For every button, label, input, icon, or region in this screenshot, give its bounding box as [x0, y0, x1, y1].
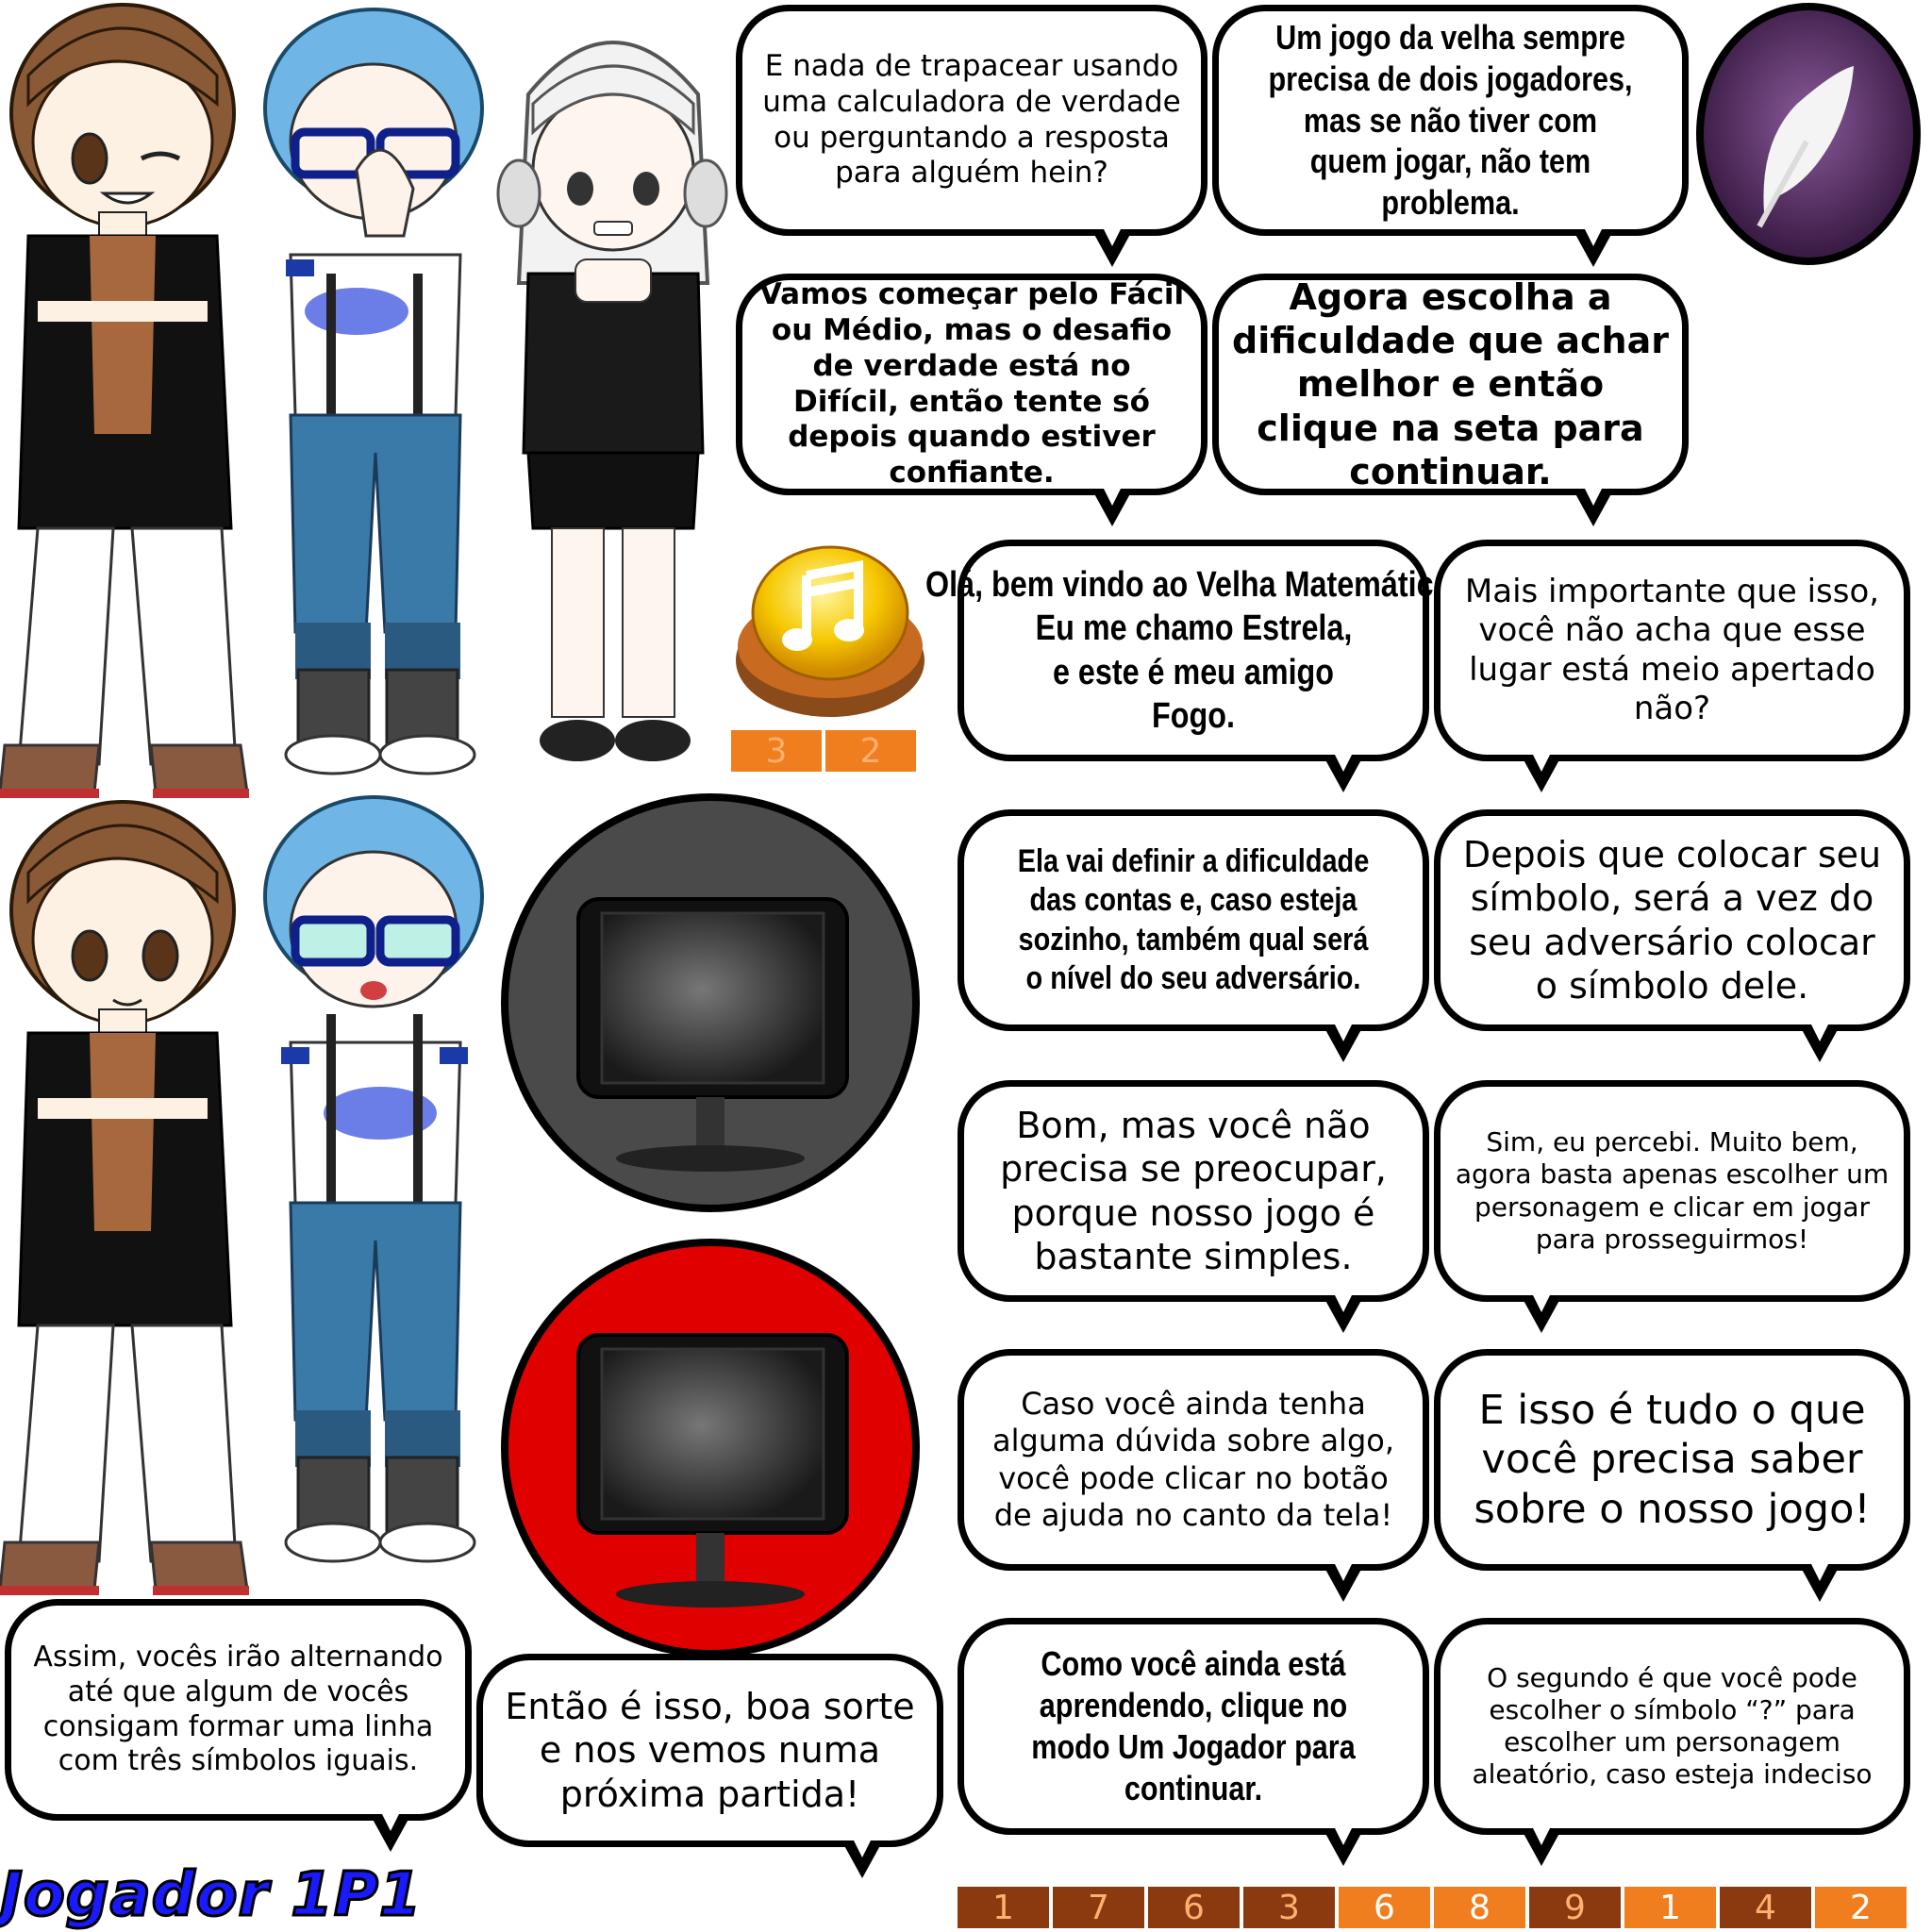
- bubble-text: Caso você ainda tenha alguma dúvida sobr…: [992, 1386, 1394, 1533]
- speech-bubble: Agora escolha a dificuldade que achar me…: [1212, 274, 1689, 526]
- music-button[interactable]: [731, 538, 929, 726]
- bubble-text: Ela vai definir a dificuldade das contas…: [1017, 842, 1370, 996]
- music-digit-cell: 3: [731, 730, 822, 772]
- character-blue-hair-boy-glasses: [253, 0, 498, 783]
- feather-button[interactable]: [1693, 0, 1924, 269]
- computer-opponent-button-red[interactable]: [498, 1236, 923, 1660]
- bubble-text: e este é meu amigo Fogo.: [1052, 652, 1335, 736]
- bubble-text: Bom, mas você não precisa se preocupar, …: [1000, 1104, 1387, 1277]
- character-blue-hair-boy-crying: [253, 788, 498, 1571]
- speech-bubble: Mais importante que isso, você não acha …: [1434, 540, 1910, 792]
- speech-bubble: Ela vai definir a dificuldade das contas…: [958, 809, 1429, 1062]
- bubble-text: Assim, vocês irão alternando até que alg…: [33, 1641, 443, 1778]
- speech-bubble: Depois que colocar seu símbolo, será a v…: [1434, 809, 1910, 1062]
- speech-bubble: Bom, mas você não precisa se preocupar, …: [958, 1080, 1429, 1333]
- bubble-text: O segundo é que você pode escolher o sím…: [1472, 1661, 1873, 1790]
- score-digit-cell: 1: [1624, 1887, 1716, 1928]
- monitor-icon: [501, 793, 920, 1212]
- speech-bubble: Um jogo da velha sempre precisa de dois …: [1212, 5, 1689, 267]
- white-hair-girl-art: [496, 41, 728, 761]
- character-brown-hair-boy-winking: [0, 0, 255, 811]
- bubble-text: Olá, bem vindo ao Velha Matemática!: [925, 564, 1461, 605]
- player-label: Jogador 1P1: [0, 1859, 423, 1932]
- score-digit-cell: 9: [1529, 1887, 1621, 1928]
- speech-bubble: E isso é tudo o que você precisa saber s…: [1434, 1349, 1910, 1602]
- speech-bubble: Olá, bem vindo ao Velha Matemática! Eu m…: [925, 540, 1461, 792]
- bubble-text: Como você ainda está aprendendo, clique …: [1031, 1644, 1356, 1807]
- score-digit-cell: 6: [1339, 1887, 1430, 1928]
- bubble-text: Vamos começar pelo Fácil ou Médio, mas o…: [758, 277, 1185, 491]
- bubble-text: Mais importante que isso, você não acha …: [1464, 572, 1880, 727]
- music-note-icon: [736, 545, 924, 717]
- bubble-text: Então é isso, boa sorte e nos vemos numa…: [505, 1685, 915, 1815]
- speech-bubble: Assim, vocês irão alternando até que alg…: [5, 1599, 472, 1852]
- speech-bubble: E nada de trapacear usando uma calculado…: [736, 5, 1208, 267]
- character-white-hair-girl-headphones: [491, 0, 736, 783]
- brown-hair-boy-art: [0, 3, 249, 798]
- bubble-text: Depois que colocar seu símbolo, será a v…: [1462, 833, 1882, 1007]
- speech-bubble: Vamos começar pelo Fácil ou Médio, mas o…: [736, 274, 1208, 526]
- speech-bubble: Sim, eu percebi. Muito bem, agora basta …: [1434, 1080, 1910, 1333]
- bubble-text: Um jogo da velha sempre precisa de dois …: [1268, 17, 1633, 223]
- score-digit-cell: 6: [1148, 1887, 1240, 1928]
- character-brown-hair-boy-smiling: [0, 797, 255, 1608]
- speech-bubble: Então é isso, boa sorte e nos vemos numa…: [476, 1654, 943, 1878]
- score-digit-cell: 1: [958, 1887, 1049, 1928]
- score-digit-cell: 3: [1243, 1887, 1335, 1928]
- brown-hair-boy-2-art: [0, 800, 249, 1595]
- speech-bubble: O segundo é que você pode escolher o sím…: [1434, 1618, 1910, 1866]
- blue-hair-boy-art: [263, 8, 484, 775]
- bubble-text: E isso é tudo o que você precisa saber s…: [1474, 1386, 1871, 1533]
- bubble-text: E nada de trapacear usando uma calculado…: [762, 48, 1181, 191]
- bubble-text: Eu me chamo Estrela,: [1035, 608, 1352, 649]
- speech-bubble: Como você ainda está aprendendo, clique …: [958, 1618, 1429, 1866]
- computer-opponent-button-gray[interactable]: [498, 791, 923, 1215]
- monitor-icon: [501, 1239, 920, 1657]
- score-digit-cell: 7: [1053, 1887, 1144, 1928]
- score-digit-cell: 8: [1434, 1887, 1525, 1928]
- score-digit-cell: 4: [1720, 1887, 1811, 1928]
- bubble-text: Sim, eu percebi. Muito bem, agora basta …: [1455, 1126, 1890, 1255]
- music-digit-cell: 2: [825, 730, 916, 772]
- speech-bubble: Caso você ainda tenha alguma dúvida sobr…: [958, 1349, 1429, 1602]
- blue-hair-boy-2-art: [263, 795, 484, 1563]
- feather-icon: [1696, 3, 1921, 265]
- bubble-text: Agora escolha a dificuldade que achar me…: [1232, 275, 1669, 493]
- score-digit-cell: 2: [1815, 1887, 1907, 1928]
